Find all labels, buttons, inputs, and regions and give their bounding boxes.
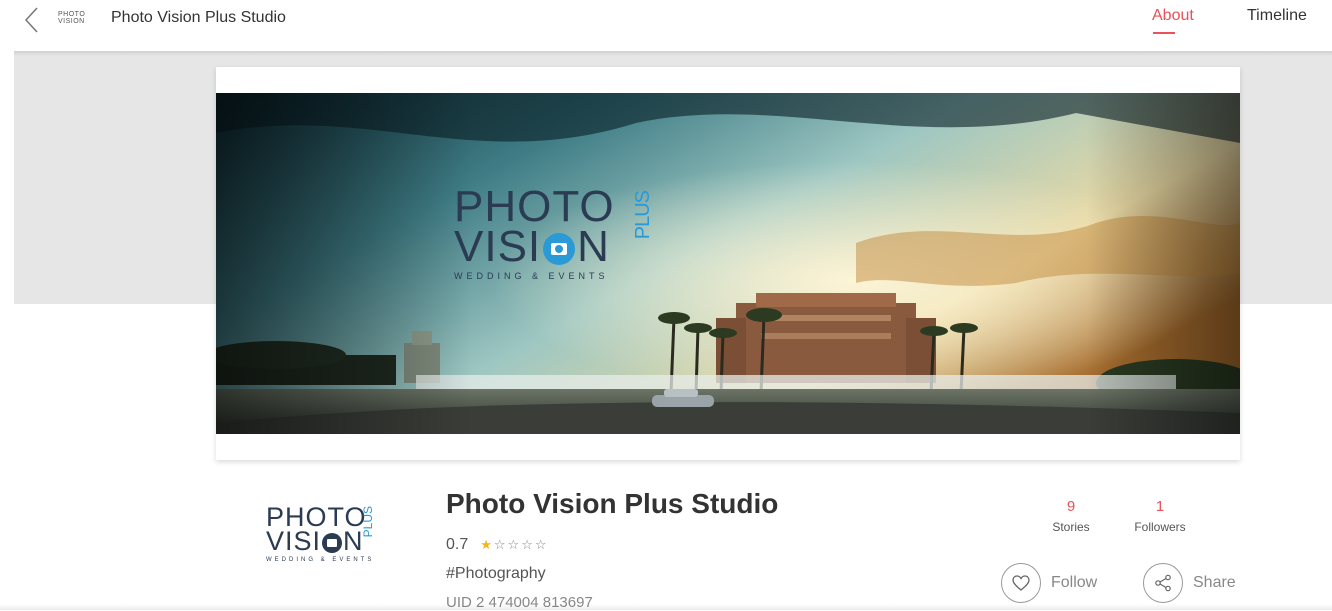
page-title: Photo Vision Plus Studio xyxy=(111,9,286,26)
stories-count: 9 xyxy=(1066,498,1076,515)
share-button[interactable]: Share xyxy=(1143,563,1236,603)
stories-stat[interactable]: 9 Stories xyxy=(1043,498,1099,534)
cover-photo: PHOTO VISI N WEDDING & EVENTS PLUS xyxy=(216,93,1240,434)
followers-label: Followers xyxy=(1134,520,1186,534)
chevron-left-icon xyxy=(24,7,38,33)
rating-value: 0.7 xyxy=(446,536,469,553)
follow-button[interactable]: Follow xyxy=(1001,563,1097,603)
bottom-shadow xyxy=(0,604,1332,610)
cover-photo-illustration xyxy=(216,93,1240,434)
followers-count: 1 xyxy=(1155,498,1165,515)
category-tag[interactable]: #Photography xyxy=(446,565,546,583)
star-empty-icons: ☆☆☆☆ xyxy=(493,537,549,552)
tab-about[interactable]: About xyxy=(1152,7,1194,25)
star-filled-icon: ★ xyxy=(480,537,494,552)
followers-stat[interactable]: 1 Followers xyxy=(1124,498,1196,534)
camera-icon xyxy=(322,533,343,553)
share-label: Share xyxy=(1193,574,1236,591)
follow-label: Follow xyxy=(1051,574,1098,591)
rating-stars: ★☆☆☆☆ xyxy=(480,537,548,553)
share-icon xyxy=(1143,563,1183,603)
studio-mini-logo: PHOTO VISION xyxy=(58,11,86,25)
studio-name: Photo Vision Plus Studio xyxy=(446,488,779,519)
tab-timeline[interactable]: Timeline xyxy=(1247,7,1307,25)
stories-label: Stories xyxy=(1052,520,1090,534)
top-bar: PHOTO VISION Photo Vision Plus Studio Ab… xyxy=(0,0,1332,38)
active-tab-indicator xyxy=(1153,32,1175,34)
back-button[interactable] xyxy=(22,6,44,34)
rating: 0.7 ★☆☆☆☆ xyxy=(446,536,549,554)
heart-icon xyxy=(1001,563,1041,603)
profile-avatar: PHOTO VISI N WEDDING & EVENTS PLUS xyxy=(266,502,375,564)
cover-card: PHOTO VISI N WEDDING & EVENTS PLUS xyxy=(216,67,1240,460)
cover-logo: PHOTO VISI N WEDDING & EVENTS PLUS xyxy=(454,182,654,282)
camera-icon xyxy=(543,233,576,265)
